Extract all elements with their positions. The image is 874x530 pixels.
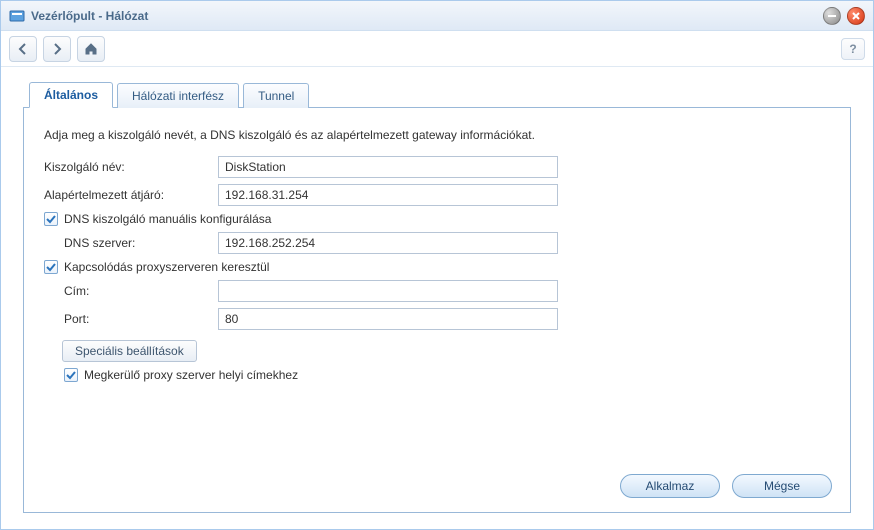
gateway-input[interactable] bbox=[218, 184, 558, 206]
bypass-proxy-checkbox[interactable] bbox=[64, 368, 78, 382]
tab-bar: Általános Hálózati interfész Tunnel bbox=[23, 81, 851, 108]
row-manual-dns: DNS kiszolgáló manuális konfigurálása bbox=[42, 212, 832, 226]
forward-button[interactable] bbox=[43, 36, 71, 62]
row-server-name: Kiszolgáló név: bbox=[42, 156, 832, 178]
manual-dns-label: DNS kiszolgáló manuális konfigurálása bbox=[64, 212, 271, 226]
row-proxy-port: Port: bbox=[42, 308, 832, 330]
panel-general: Adja meg a kiszolgáló nevét, a DNS kiszo… bbox=[23, 108, 851, 513]
bypass-proxy-label: Megkerülő proxy szerver helyi címekhez bbox=[84, 368, 298, 382]
window-root: Vezérlőpult - Hálózat ? Általános Hálóza… bbox=[0, 0, 874, 530]
proxy-label: Kapcsolódás proxyszerveren keresztül bbox=[64, 260, 269, 274]
titlebar: Vezérlőpult - Hálózat bbox=[1, 1, 873, 31]
window-title: Vezérlőpult - Hálózat bbox=[31, 9, 148, 23]
apply-button[interactable]: Alkalmaz bbox=[620, 474, 720, 498]
footer-buttons: Alkalmaz Mégse bbox=[42, 458, 832, 498]
panel-description: Adja meg a kiszolgáló nevét, a DNS kiszo… bbox=[44, 128, 832, 142]
home-button[interactable] bbox=[77, 36, 105, 62]
tab-tunnel[interactable]: Tunnel bbox=[243, 83, 309, 108]
row-proxy: Kapcsolódás proxyszerveren keresztül bbox=[42, 260, 832, 274]
proxy-addr-label: Cím: bbox=[42, 284, 218, 298]
dns-server-input[interactable] bbox=[218, 232, 558, 254]
proxy-port-label: Port: bbox=[42, 312, 218, 326]
row-bypass-proxy: Megkerülő proxy szerver helyi címekhez bbox=[42, 368, 832, 382]
tab-network-interface[interactable]: Hálózati interfész bbox=[117, 83, 239, 108]
server-name-label: Kiszolgáló név: bbox=[42, 160, 218, 174]
help-button[interactable]: ? bbox=[841, 38, 865, 60]
toolbar: ? bbox=[1, 31, 873, 67]
cancel-button[interactable]: Mégse bbox=[732, 474, 832, 498]
row-gateway: Alapértelmezett átjáró: bbox=[42, 184, 832, 206]
back-button[interactable] bbox=[9, 36, 37, 62]
close-button[interactable] bbox=[847, 7, 865, 25]
app-icon bbox=[9, 8, 25, 24]
proxy-checkbox[interactable] bbox=[44, 260, 58, 274]
proxy-addr-input[interactable] bbox=[218, 280, 558, 302]
gateway-label: Alapértelmezett átjáró: bbox=[42, 188, 218, 202]
server-name-input[interactable] bbox=[218, 156, 558, 178]
proxy-port-input[interactable] bbox=[218, 308, 558, 330]
manual-dns-checkbox[interactable] bbox=[44, 212, 58, 226]
advanced-settings-button[interactable]: Speciális beállítások bbox=[62, 340, 197, 362]
tab-general[interactable]: Általános bbox=[29, 82, 113, 108]
row-dns-server: DNS szerver: bbox=[42, 232, 832, 254]
content-area: Általános Hálózati interfész Tunnel Adja… bbox=[1, 67, 873, 529]
dns-server-label: DNS szerver: bbox=[42, 236, 218, 250]
row-proxy-addr: Cím: bbox=[42, 280, 832, 302]
minimize-button[interactable] bbox=[823, 7, 841, 25]
